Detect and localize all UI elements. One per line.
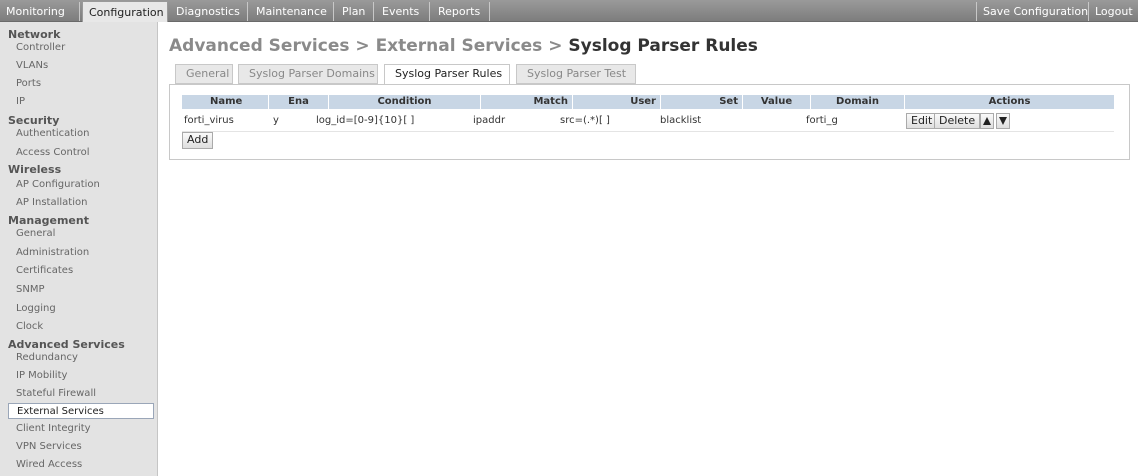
logout-button[interactable]: Logout bbox=[1088, 2, 1138, 21]
sidebar-item-clock[interactable]: Clock bbox=[8, 319, 154, 335]
sidebar-item-administration[interactable]: Administration bbox=[8, 245, 154, 261]
sidebar-item-general[interactable]: General bbox=[8, 226, 154, 242]
sidebar-item-ports[interactable]: Ports bbox=[8, 76, 154, 92]
sidebar-item-wired-access[interactable]: Wired Access bbox=[8, 457, 154, 473]
sidebar-item-client-integrity[interactable]: Client Integrity bbox=[8, 421, 154, 437]
cell-condition: log_id=[0-9]{10}[ ] bbox=[316, 115, 415, 126]
sidebar-item-authentication[interactable]: Authentication bbox=[8, 126, 154, 142]
sidebar-item-redundancy[interactable]: Redundancy bbox=[8, 350, 154, 366]
sidebar-item-external-services[interactable]: External Services bbox=[8, 403, 154, 419]
column-header-user: User bbox=[572, 95, 660, 109]
sidebar-item-controller[interactable]: Controller bbox=[8, 40, 154, 56]
cell-user: src=(.*)[ ] bbox=[560, 115, 610, 126]
row-divider bbox=[182, 131, 1114, 132]
column-header-set: Set bbox=[660, 95, 742, 109]
cell-ena: y bbox=[273, 115, 279, 126]
cell-set: blacklist bbox=[660, 115, 702, 126]
nav-tab-plan[interactable]: Plan bbox=[336, 2, 374, 21]
tab-syslog-parser-domains[interactable]: Syslog Parser Domains bbox=[238, 64, 378, 84]
move-up-button[interactable] bbox=[980, 113, 994, 129]
sidebar-navigation: Network Controller VLANs Ports IP Securi… bbox=[0, 22, 158, 476]
column-header-value: Value bbox=[742, 95, 810, 109]
tab-syslog-parser-test[interactable]: Syslog Parser Test bbox=[516, 64, 636, 84]
sidebar-item-stateful-firewall[interactable]: Stateful Firewall bbox=[8, 386, 154, 402]
sidebar-section-wireless: Wireless bbox=[8, 163, 62, 176]
top-navigation-bar: Monitoring Configuration Diagnostics Mai… bbox=[0, 0, 1138, 22]
sidebar-item-certificates[interactable]: Certificates bbox=[8, 263, 154, 279]
tab-syslog-parser-rules[interactable]: Syslog Parser Rules bbox=[384, 64, 510, 85]
column-header-condition: Condition bbox=[328, 95, 480, 109]
sidebar-item-ap-installation[interactable]: AP Installation bbox=[8, 195, 154, 211]
triangle-up-icon bbox=[983, 117, 991, 125]
cell-domain: forti_g bbox=[806, 115, 838, 126]
column-header-domain: Domain bbox=[810, 95, 904, 109]
nav-tab-configuration[interactable]: Configuration bbox=[82, 1, 168, 22]
cell-name: forti_virus bbox=[184, 115, 234, 126]
sidebar-item-ap-configuration[interactable]: AP Configuration bbox=[8, 177, 154, 193]
nav-tab-maintenance[interactable]: Maintenance bbox=[250, 2, 334, 21]
nav-tab-reports[interactable]: Reports bbox=[432, 2, 490, 21]
sidebar-item-access-control[interactable]: Access Control bbox=[8, 145, 154, 161]
delete-button[interactable]: Delete bbox=[934, 113, 981, 129]
breadcrumb-advanced-services: Advanced Services bbox=[169, 36, 350, 56]
move-down-button[interactable] bbox=[996, 113, 1010, 129]
sidebar-item-ip-mobility[interactable]: IP Mobility bbox=[8, 368, 154, 384]
breadcrumb-separator: > bbox=[355, 36, 370, 56]
rules-panel: Name Ena Condition Match User Set Value … bbox=[169, 84, 1130, 160]
tab-general[interactable]: General bbox=[175, 64, 233, 84]
cell-match: ipaddr bbox=[473, 115, 506, 126]
column-header-match: Match bbox=[480, 95, 572, 109]
column-header-name: Name bbox=[210, 96, 243, 107]
sidebar-item-ip[interactable]: IP bbox=[8, 94, 154, 110]
column-header-ena: Ena bbox=[268, 95, 328, 109]
sidebar-item-logging[interactable]: Logging bbox=[8, 301, 154, 317]
triangle-down-icon bbox=[999, 117, 1007, 125]
edit-button[interactable]: Edit bbox=[906, 113, 938, 129]
breadcrumb-external-services: External Services bbox=[375, 36, 543, 56]
nav-tab-events[interactable]: Events bbox=[376, 2, 430, 21]
nav-tab-monitoring[interactable]: Monitoring bbox=[0, 2, 80, 21]
save-configuration-button[interactable]: Save Configuration bbox=[976, 2, 1088, 21]
page-title: Advanced Services > External Services > … bbox=[169, 36, 758, 56]
table-header: Name Ena Condition Match User Set Value … bbox=[182, 95, 1114, 109]
breadcrumb-separator: > bbox=[548, 36, 563, 56]
add-button[interactable]: Add bbox=[182, 132, 214, 149]
column-header-actions: Actions bbox=[904, 95, 1114, 109]
sidebar-item-snmp[interactable]: SNMP bbox=[8, 282, 154, 298]
sidebar-item-vpn-services[interactable]: VPN Services bbox=[8, 439, 154, 455]
nav-tab-diagnostics[interactable]: Diagnostics bbox=[170, 2, 248, 21]
sidebar-item-vlans[interactable]: VLANs bbox=[8, 58, 154, 74]
breadcrumb-current: Syslog Parser Rules bbox=[568, 36, 758, 56]
